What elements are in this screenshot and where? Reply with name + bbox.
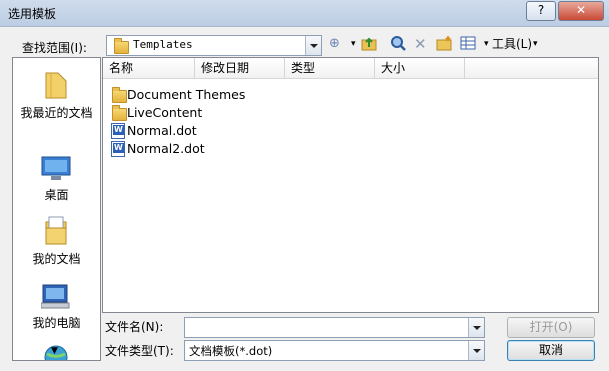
search-web-icon[interactable] <box>390 35 406 53</box>
file-name: Document Themes <box>127 87 246 102</box>
file-name: Normal2.dot <box>127 141 205 156</box>
recent-documents-icon <box>45 72 67 99</box>
filetype-label: 文件类型(T): <box>105 344 174 358</box>
help-button[interactable]: ? <box>526 1 556 21</box>
filename-field[interactable] <box>184 317 485 338</box>
chevron-down-icon[interactable] <box>468 341 484 360</box>
my-computer-icon <box>41 284 70 309</box>
new-folder-icon[interactable] <box>436 35 452 53</box>
place-label: 我的文档 <box>32 252 81 266</box>
look-in-label: 查找范围(I): <box>22 41 87 55</box>
filetype-select[interactable]: 文档模板(*.dot) <box>184 340 485 361</box>
chevron-down-icon[interactable]: ▾ <box>351 35 356 53</box>
place-desktop[interactable]: 桌面 <box>13 154 100 206</box>
tools-menu[interactable]: 工具(L) <box>492 35 532 53</box>
desktop-icon <box>41 156 71 180</box>
place-my-documents[interactable]: 我的文档 <box>13 216 100 268</box>
folder-icon <box>112 87 127 103</box>
column-modified-date[interactable]: 修改日期 <box>195 58 285 78</box>
dialog-body: 查找范围(I): Templates ⊕ ▾ ✕ ▾ 工具(L) ▾ 我最近的文… <box>0 26 609 371</box>
column-name[interactable]: 名称 <box>103 58 195 78</box>
file-list-header: 名称 修改日期 类型 大小 <box>103 58 598 79</box>
look-in-value: Templates <box>133 38 193 51</box>
places-bar: 我最近的文档 桌面 我的文档 我的电脑 ▼ <box>12 57 101 361</box>
my-documents-icon <box>45 216 67 245</box>
views-icon[interactable] <box>460 35 476 53</box>
place-my-computer[interactable]: 我的电脑 <box>13 282 100 332</box>
place-label: 我最近的文档 <box>20 106 93 120</box>
file-name: LiveContent <box>127 105 203 120</box>
word-template-icon <box>111 123 125 139</box>
back-icon[interactable]: ⊕ <box>329 35 340 53</box>
title-bar: 选用模板 ? ✕ <box>0 0 609 26</box>
filetype-value: 文档模板(*.dot) <box>189 344 273 358</box>
close-button[interactable]: ✕ <box>558 1 604 21</box>
place-label: 桌面 <box>44 188 69 202</box>
place-label: 我的电脑 <box>32 316 81 330</box>
column-type[interactable]: 类型 <box>285 58 375 78</box>
scroll-down-icon[interactable]: ▼ <box>51 346 58 356</box>
folder-icon <box>114 38 129 54</box>
window-title: 选用模板 <box>8 7 57 21</box>
file-name: Normal.dot <box>127 123 197 138</box>
word-template-icon <box>111 141 125 157</box>
file-list: 名称 修改日期 类型 大小 Document Themes LiveConten… <box>102 57 599 313</box>
up-folder-icon[interactable] <box>361 35 377 53</box>
chevron-down-icon[interactable]: ▾ <box>484 35 489 53</box>
look-in-combo[interactable]: Templates <box>106 35 322 56</box>
delete-icon[interactable]: ✕ <box>414 35 427 53</box>
place-recent-documents[interactable]: 我最近的文档 <box>13 66 100 124</box>
chevron-down-icon[interactable] <box>468 318 484 337</box>
folder-icon <box>112 105 127 121</box>
column-size[interactable]: 大小 <box>375 58 465 78</box>
chevron-down-icon[interactable]: ▾ <box>533 35 538 53</box>
chevron-down-icon[interactable] <box>305 36 321 55</box>
cancel-button[interactable]: 取消 <box>507 340 595 361</box>
filename-label: 文件名(N): <box>105 320 164 334</box>
open-button[interactable]: 打开(O) <box>507 317 595 338</box>
